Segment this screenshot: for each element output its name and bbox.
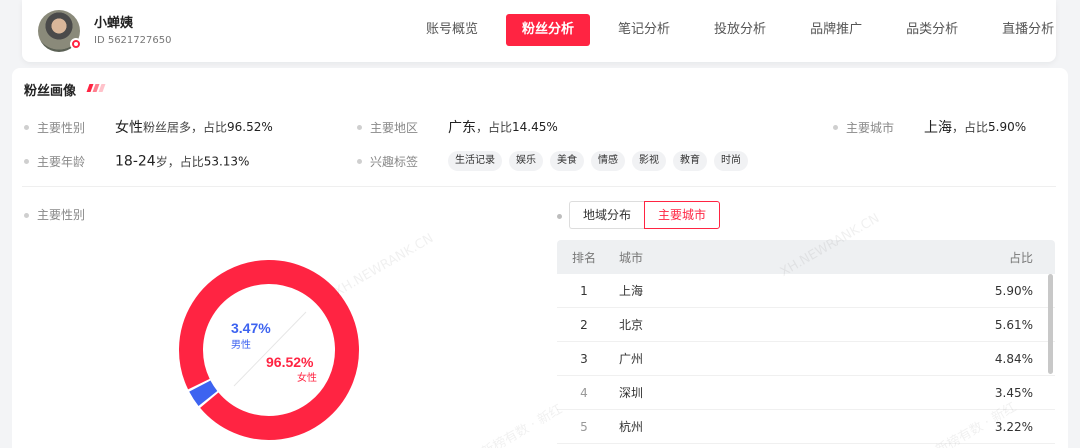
bullet-dot-icon: [833, 124, 838, 130]
table-header: 排名 城市 占比: [557, 240, 1055, 274]
tab-region-distribution[interactable]: 地域分布: [569, 201, 645, 229]
bullet-dot-icon: [24, 124, 29, 130]
user-name: 小蝉姨: [94, 16, 134, 31]
cell-rank: 4: [580, 385, 588, 400]
table-scrollbar[interactable]: [1048, 274, 1053, 374]
title-decoration-icon: [86, 84, 106, 92]
tab-brand-promotion[interactable]: 品牌推广: [794, 14, 878, 46]
interest-tag: 美食: [550, 151, 584, 171]
table-row: 3 广州 4.84%: [557, 342, 1055, 376]
tab-fans-analysis[interactable]: 粉丝分析: [506, 14, 591, 46]
cell-city: 杭州: [619, 420, 644, 434]
cell-rank: 3: [580, 351, 588, 366]
tab-notes-analysis[interactable]: 笔记分析: [602, 14, 686, 46]
info-main-gender: 主要性别 女性粉丝居多，占比96.52%: [24, 117, 273, 137]
cell-city: 上海: [619, 284, 644, 298]
table-row: 4 深圳 3.45%: [557, 376, 1055, 410]
cell-rank: 2: [580, 317, 588, 332]
col-rank-header: 排名: [571, 250, 596, 265]
fans-profile-card: 粉丝画像 主要性别 女性粉丝居多，占比96.52% 主要地区 广东，占比14.45%…: [12, 68, 1068, 448]
bullet-dot-icon: [24, 213, 29, 218]
info-main-age: 主要年龄 18-24岁，占比53.13%: [24, 153, 249, 170]
section-title: 粉丝画像: [24, 84, 77, 99]
male-percent-label: 3.47%: [231, 320, 271, 336]
tab-account-overview[interactable]: 账号概览: [410, 14, 494, 46]
tab-ads-analysis[interactable]: 投放分析: [698, 14, 782, 46]
female-legend-label: 女性: [297, 371, 317, 384]
user-id: ID 5621727650: [94, 35, 172, 46]
table-row: 5 杭州 3.22%: [557, 410, 1055, 444]
bullet-dot-icon: [357, 124, 362, 130]
interest-tag: 时尚: [714, 151, 748, 171]
info-interest-tags: 兴趣标签: [357, 153, 448, 170]
tab-category-analysis[interactable]: 品类分析: [890, 14, 974, 46]
cell-city: 广州: [619, 352, 644, 366]
female-percent-label: 96.52%: [266, 354, 314, 370]
cell-city: 深圳: [619, 386, 644, 400]
cell-city: 北京: [619, 318, 644, 332]
bullet-dot-icon: [357, 159, 362, 164]
distribution-toggle: 地域分布 主要城市: [569, 201, 721, 229]
section-divider: [22, 186, 1056, 187]
bullet-dot-icon: [557, 214, 562, 219]
cell-rank: 1: [580, 283, 588, 298]
city-table: 排名 城市 占比 1 上海 5.90% 2 北京 5.61% 3 广州 4.84…: [557, 240, 1055, 444]
donut-slice-male: [189, 380, 218, 406]
interest-tag: 情感: [591, 151, 625, 171]
interest-tag-list: 生活记录 娱乐 美食 情感 影视 教育 时尚: [448, 151, 755, 171]
main-nav: 账号概览 粉丝分析 笔记分析 投放分析 品牌推广 品类分析 直播分析: [410, 14, 1080, 46]
table-row: 1 上海 5.90%: [557, 274, 1055, 308]
interest-tag: 影视: [632, 151, 666, 171]
tab-live-analysis[interactable]: 直播分析: [986, 14, 1070, 46]
cell-pct: 3.22%: [994, 419, 1033, 434]
top-bar: 小蝉姨 ID 5621727650 账号概览 粉丝分析 笔记分析 投放分析 品牌…: [22, 0, 1056, 62]
col-city-header: 城市: [619, 250, 644, 265]
info-main-city: 主要城市 上海，占比5.90%: [833, 117, 1026, 137]
cell-pct: 5.90%: [994, 283, 1033, 298]
cell-rank: 5: [580, 419, 588, 434]
male-legend-label: 男性: [231, 338, 251, 351]
interest-tag: 生活记录: [448, 151, 502, 171]
gender-chart-label: 主要性别: [24, 206, 85, 223]
table-row: 2 北京 5.61%: [557, 308, 1055, 342]
cell-pct: 3.45%: [994, 385, 1033, 400]
info-main-region: 主要地区 广东，占比14.45%: [357, 117, 558, 137]
interest-tag: 教育: [673, 151, 707, 171]
col-pct-header: 占比: [1008, 250, 1033, 265]
bullet-dot-icon: [24, 159, 29, 164]
tab-main-cities[interactable]: 主要城市: [644, 201, 721, 229]
cell-pct: 5.61%: [994, 317, 1033, 332]
cell-pct: 4.84%: [994, 351, 1033, 366]
interest-tag: 娱乐: [509, 151, 543, 171]
gender-donut-chart: 3.47% 男性 96.52% 女性: [179, 260, 359, 440]
user-badge-icon: [70, 38, 82, 50]
